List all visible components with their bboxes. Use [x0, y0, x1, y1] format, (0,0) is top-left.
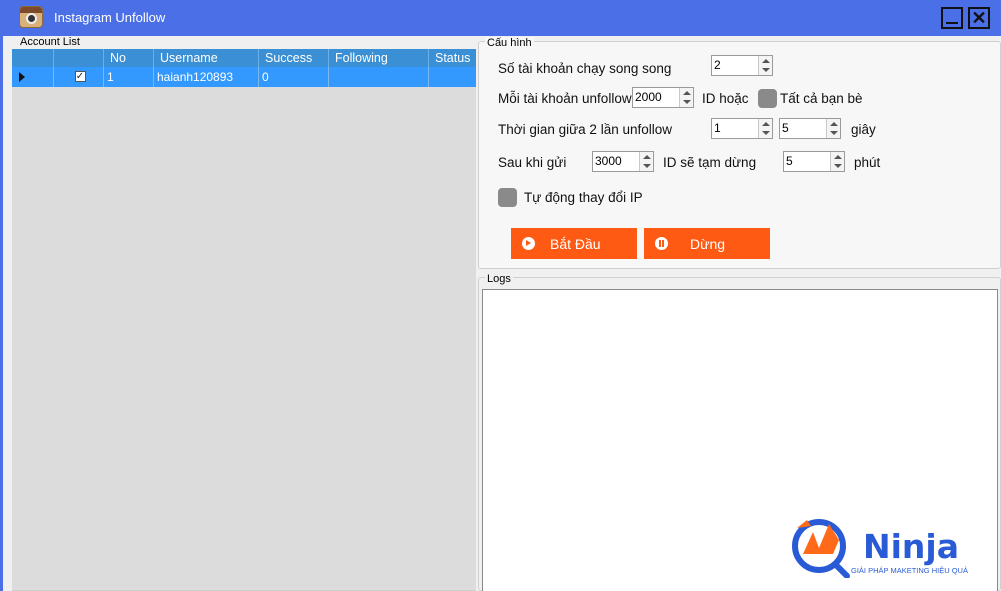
- spin-up-icon[interactable]: [683, 91, 691, 95]
- header-success[interactable]: Success: [259, 49, 329, 67]
- camera-app-icon: [19, 6, 43, 28]
- all-friends-label: Tất cả bạn bè: [780, 91, 863, 106]
- spin-down-icon[interactable]: [762, 68, 770, 72]
- minutes-label: phút: [854, 155, 881, 170]
- parallel-label: Số tài khoản chạy song song: [498, 61, 672, 76]
- pause-icon: [655, 237, 668, 250]
- header-username[interactable]: Username: [154, 49, 259, 67]
- auto-ip-toggle[interactable]: [498, 188, 517, 207]
- table-row[interactable]: ✓ 1 haianh120893 0: [12, 67, 476, 87]
- header-no[interactable]: No: [104, 49, 154, 67]
- spin-down-icon[interactable]: [830, 131, 838, 135]
- spin-down-icon[interactable]: [834, 164, 842, 168]
- start-button[interactable]: Bắt Đầu: [511, 228, 637, 259]
- header-check: [54, 49, 104, 67]
- grid-header: No Username Success Following Status: [12, 49, 476, 67]
- header-row-selector: [12, 49, 54, 67]
- per-account-value: 2000: [635, 90, 662, 104]
- interval-min-value: 1: [714, 121, 721, 135]
- config-label: Cấu hình: [485, 37, 534, 49]
- cell-no: 1: [104, 67, 154, 87]
- start-button-label: Bắt Đầu: [550, 236, 601, 252]
- main-window: Instagram Unfollow ✕ Account List No Use…: [0, 0, 1001, 591]
- cell-username: haianh120893: [154, 67, 259, 87]
- row-selector[interactable]: [12, 67, 54, 87]
- interval-label: Thời gian giữa 2 lần unfollow: [498, 122, 672, 137]
- spin-down-icon[interactable]: [643, 164, 651, 168]
- header-following[interactable]: Following: [329, 49, 429, 67]
- title-bar[interactable]: Instagram Unfollow ✕: [0, 0, 1001, 36]
- window-title: Instagram Unfollow: [54, 10, 166, 25]
- cell-following: [329, 67, 429, 87]
- spin-down-icon[interactable]: [683, 100, 691, 104]
- account-list-label: Account List: [18, 36, 82, 48]
- per-account-label: Mỗi tài khoản unfollow: [498, 91, 632, 106]
- spin-up-icon[interactable]: [762, 122, 770, 126]
- after-send-stepper[interactable]: 3000: [592, 151, 654, 172]
- stop-button-label: Dừng: [690, 236, 726, 252]
- minimize-button[interactable]: [941, 7, 963, 29]
- window-edge: [0, 0, 3, 591]
- pause-minutes-stepper[interactable]: 5: [783, 151, 845, 172]
- interval-max-spin[interactable]: [826, 119, 840, 138]
- parallel-spin[interactable]: [758, 56, 772, 75]
- spin-up-icon[interactable]: [834, 155, 842, 159]
- close-icon: ✕: [971, 8, 987, 28]
- play-icon: [522, 237, 535, 250]
- pause-label: ID sẽ tạm dừng: [663, 155, 757, 170]
- after-send-spin[interactable]: [639, 152, 653, 171]
- account-list-group: Account List No Username Success Followi…: [12, 36, 476, 591]
- row-checkbox-cell[interactable]: ✓: [54, 67, 104, 87]
- ninja-mark-icon: [792, 519, 850, 578]
- logs-label: Logs: [485, 273, 513, 285]
- ninja-logo: Ninja GIẢI PHÁP MAKETING HIỆU QUẢ: [789, 514, 1001, 584]
- header-status[interactable]: Status: [429, 49, 476, 67]
- per-account-stepper[interactable]: 2000: [632, 87, 694, 108]
- interval-min-stepper[interactable]: 1: [711, 118, 773, 139]
- after-send-value: 3000: [595, 154, 622, 168]
- pause-minutes-value: 5: [786, 154, 793, 168]
- after-send-label: Sau khi gửi: [498, 155, 567, 170]
- parallel-value: 2: [714, 58, 721, 72]
- account-grid[interactable]: No Username Success Following Status ✓ 1…: [12, 49, 476, 591]
- parallel-stepper[interactable]: 2: [711, 55, 773, 76]
- interval-max-stepper[interactable]: 5: [779, 118, 841, 139]
- spin-up-icon[interactable]: [762, 59, 770, 63]
- auto-ip-label: Tự động thay đổi IP: [524, 190, 643, 205]
- ninja-tagline: GIẢI PHÁP MAKETING HIỆU QUẢ: [851, 566, 968, 575]
- cell-success: 0: [259, 67, 329, 87]
- spin-down-icon[interactable]: [762, 131, 770, 135]
- stop-button[interactable]: Dừng: [644, 228, 770, 259]
- cell-status: [429, 67, 476, 87]
- id-or-label: ID hoặc: [702, 91, 749, 106]
- spin-up-icon[interactable]: [830, 122, 838, 126]
- pause-minutes-spin[interactable]: [830, 152, 844, 171]
- row-checkbox[interactable]: ✓: [74, 71, 86, 82]
- interval-min-spin[interactable]: [758, 119, 772, 138]
- seconds-label: giây: [851, 122, 876, 137]
- interval-max-value: 5: [782, 121, 789, 135]
- row-pointer-icon: [19, 72, 25, 82]
- close-button[interactable]: ✕: [968, 7, 990, 29]
- all-friends-toggle[interactable]: [758, 89, 777, 108]
- minimize-icon: [946, 22, 958, 24]
- per-account-spin[interactable]: [679, 88, 693, 107]
- ninja-wordmark: Ninja: [863, 527, 960, 566]
- spin-up-icon[interactable]: [643, 155, 651, 159]
